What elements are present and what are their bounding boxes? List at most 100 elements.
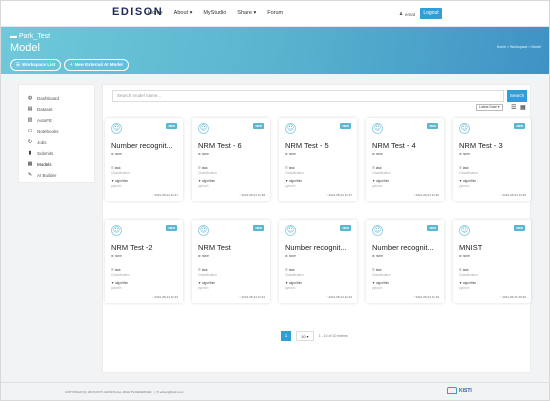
kisti-logo-text: KISTI xyxy=(459,387,472,394)
date-value: 2021-05-24 11:38 xyxy=(241,193,265,197)
dataset-icon: ▤ xyxy=(27,106,33,112)
kisti-logo[interactable]: KISTI xyxy=(447,387,472,394)
sidebar-item-submits[interactable]: ▮ Submits xyxy=(27,150,54,156)
model-title[interactable]: NRM Test - 6 xyxy=(198,141,268,150)
user-menu[interactable]: ♟ emat xyxy=(399,11,415,17)
model-algorithm: ▼ algorithm xyxy=(198,179,216,183)
nav-share[interactable]: Share ▾ xyxy=(237,10,256,16)
task-label: task xyxy=(288,268,295,272)
nav-forum[interactable]: Forum xyxy=(267,10,283,16)
scope-value: none xyxy=(462,152,470,156)
model-card[interactable]: ☺ NEW Number recognit... ⚙ none ☰ task Classi… xyxy=(105,118,183,201)
page-1-button[interactable]: 1 xyxy=(281,331,291,341)
model-card[interactable]: ☺ NEW Number recognit... ⚙ none ☰ task Classi… xyxy=(279,220,357,303)
search-input[interactable]: Search model name... xyxy=(112,90,504,102)
pagination: 1 10 ▾ 1 - 10 of 10 entries xyxy=(281,331,348,341)
grid-view-icon[interactable]: ▦ xyxy=(520,104,526,111)
model-card[interactable]: ☺ NEW MNIST ⚙ none ☰ task Classification ▼ alg… xyxy=(453,220,531,303)
model-date: ◔ 2021-05-24 11:37 xyxy=(325,193,352,197)
sidebar-item-dashboard[interactable]: ◍ Dashboard xyxy=(27,95,59,101)
nav-about[interactable]: About ▾ xyxy=(174,10,193,16)
model-card[interactable]: ☺ NEW NRM Test ⚙ none ☰ task Classification ▼ … xyxy=(192,220,270,303)
scope-value: none xyxy=(114,254,122,258)
page-size-select[interactable]: 10 ▾ xyxy=(296,331,314,341)
sidebar-item-label: Notebooks xyxy=(37,128,59,134)
workspace-list-button[interactable]: ☰ Workspace List xyxy=(10,59,62,71)
model-icon: ▦ xyxy=(27,161,33,167)
new-model-label: New External AI Model xyxy=(74,62,123,67)
task-value: Classification xyxy=(459,273,478,277)
project-name: ▬ Park_Test xyxy=(10,33,50,40)
model-brain-icon: ☺ xyxy=(459,123,470,134)
model-title[interactable]: NRM Test - 5 xyxy=(285,141,355,150)
date-value: 2021-05-24 11:19 xyxy=(415,295,439,299)
sidebar-item-dataset[interactable]: ▤ Dataset xyxy=(27,106,53,112)
new-model-button[interactable]: + New External AI Model xyxy=(64,59,129,71)
sidebar-item-notebooks[interactable]: ▭ Notebooks xyxy=(27,128,59,134)
breadcrumb[interactable]: Home > Workspace > Model xyxy=(497,45,541,49)
search-button[interactable]: Search xyxy=(507,90,527,102)
task-label: task xyxy=(375,166,382,170)
model-date: ◔ 2021-05-24 11:19 xyxy=(412,295,439,299)
model-card[interactable]: ☺ NEW NRM Test - 4 ⚙ none ☰ task Classificati… xyxy=(366,118,444,201)
model-title[interactable]: Number recognit... xyxy=(372,243,442,252)
model-task: ☰ task xyxy=(285,166,295,170)
list-view-icon[interactable]: ☰ xyxy=(511,104,516,111)
new-badge: NEW xyxy=(253,225,264,231)
nav-home[interactable]: Home xyxy=(148,10,163,16)
model-task: ☰ task xyxy=(459,268,469,272)
model-scope: ⚙ none xyxy=(459,152,470,156)
sidebar-item-jobs[interactable]: ↻ Jobs xyxy=(27,139,47,145)
folder-icon: ▬ xyxy=(10,33,17,40)
model-title[interactable]: NRM Test - 4 xyxy=(372,141,442,150)
date-value: 2021-05-24 11:36 xyxy=(415,193,439,197)
sidebar: ◍ Dashboard ▤ Dataset ▥ AutoFE ▭ Noteboo… xyxy=(18,84,95,183)
algorithm-value: pytorch xyxy=(111,286,122,290)
model-card[interactable]: ☺ NEW NRM Test - 3 ⚙ none ☰ task Classificati… xyxy=(453,118,531,201)
model-brain-icon: ☺ xyxy=(372,225,383,236)
model-title[interactable]: NRM Test - 3 xyxy=(459,141,529,150)
model-card[interactable]: ☺ NEW NRM Test - 6 ⚙ none ☰ task Classificati… xyxy=(192,118,270,201)
sidebar-item-label: Models xyxy=(37,161,52,167)
sidebar-item-ai-builder[interactable]: ✎ AI Builder xyxy=(27,172,57,178)
model-title[interactable]: Number recognit... xyxy=(285,243,355,252)
model-title[interactable]: NRM Test xyxy=(198,243,268,252)
new-badge: NEW xyxy=(427,123,438,129)
wrench-icon: ✎ xyxy=(27,172,33,178)
new-badge: NEW xyxy=(340,123,351,129)
model-title[interactable]: MNIST xyxy=(459,243,529,252)
scope-value: none xyxy=(375,152,383,156)
scope-value: none xyxy=(201,254,209,258)
sidebar-item-autofe[interactable]: ▥ AutoFE xyxy=(27,117,52,123)
model-card[interactable]: ☺ NEW Number recognit... ⚙ none ☰ task Classi… xyxy=(366,220,444,303)
list-icon: ☰ xyxy=(16,62,21,67)
model-card[interactable]: ☺ NEW NRM Test -2 ⚙ none ☰ task Classificatio… xyxy=(105,220,183,303)
task-label: task xyxy=(201,166,208,170)
new-badge: NEW xyxy=(253,123,264,129)
algorithm-label: algorithm xyxy=(376,281,390,285)
model-task: ☰ task xyxy=(372,166,382,170)
model-scope: ⚙ none xyxy=(285,152,296,156)
model-date: ◔ 2021-05-24 11:47 xyxy=(151,193,178,197)
scope-value: none xyxy=(114,152,122,156)
model-card[interactable]: ☺ NEW NRM Test - 5 ⚙ none ☰ task Classificati… xyxy=(279,118,357,201)
model-algorithm: ▼ algorithm xyxy=(111,281,129,285)
logout-button[interactable]: Logout xyxy=(420,8,442,19)
model-algorithm: ▼ algorithm xyxy=(285,281,303,285)
scope-value: none xyxy=(462,254,470,258)
sort-select[interactable]: Latest Date ▾ xyxy=(476,104,503,111)
algorithm-label: algorithm xyxy=(115,179,129,183)
refresh-icon: ↻ xyxy=(27,139,33,145)
footer: COPYRIGHT(C) 2015 KISTI. EDISON ALL RIGH… xyxy=(1,382,549,400)
nav-mystudio[interactable]: MyStudio xyxy=(203,10,226,16)
entries-info: 1 - 10 of 10 entries xyxy=(318,334,348,338)
new-badge: NEW xyxy=(427,225,438,231)
task-label: task xyxy=(114,166,121,170)
model-brain-icon: ☺ xyxy=(111,225,122,236)
algorithm-label: algorithm xyxy=(115,281,129,285)
dashboard-icon: ◍ xyxy=(27,95,33,101)
model-title[interactable]: NRM Test -2 xyxy=(111,243,181,252)
model-title[interactable]: Number recognit... xyxy=(111,141,181,150)
sidebar-item-models[interactable]: ▦ Models xyxy=(27,161,52,167)
contact-email[interactable]: edison@kisti.re.kr xyxy=(160,390,184,394)
